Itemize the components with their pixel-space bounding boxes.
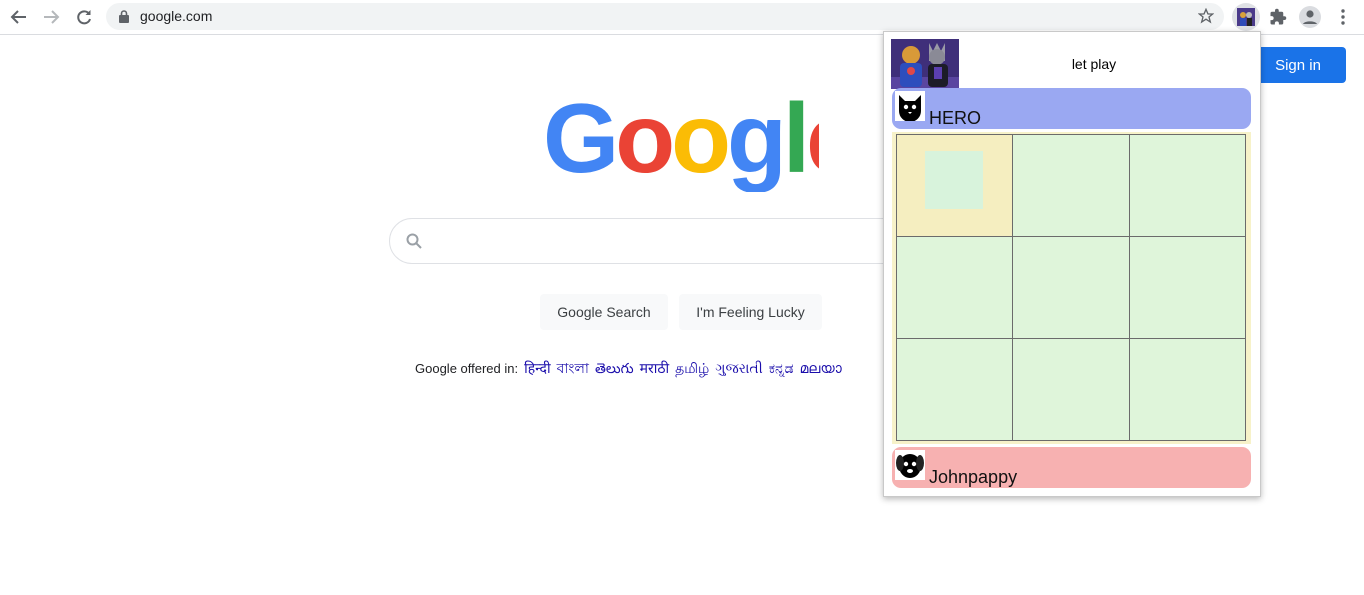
game-thumbnail-icon [1237, 8, 1255, 26]
cell-highlight [924, 150, 983, 209]
board-cell-2[interactable] [1012, 133, 1130, 237]
language-link[interactable]: മലയാ [800, 360, 842, 376]
reload-button[interactable] [71, 4, 97, 30]
game-extension-button[interactable] [1232, 3, 1260, 31]
svg-text:Google: Google [543, 94, 819, 192]
player-top-card: HERO [892, 88, 1251, 129]
arrow-right-icon [44, 10, 60, 24]
url-text: google.com [140, 8, 213, 24]
board-cell-8[interactable] [1012, 337, 1130, 441]
language-link[interactable]: मराठी [640, 360, 669, 376]
back-button[interactable] [6, 4, 32, 30]
game-board-area [892, 132, 1251, 444]
google-logo: Google [543, 83, 862, 193]
offered-label: Google offered in: [415, 361, 519, 376]
arrow-left-icon [10, 10, 26, 24]
player-bottom-card: Johnpappy [892, 447, 1251, 488]
forward-button[interactable] [38, 4, 64, 30]
profile-icon [1299, 6, 1321, 28]
language-link[interactable]: தமிழ் [675, 360, 709, 376]
language-offer: Google offered in: हिन्दी বাংলা తెలుగు मराठी… [415, 357, 842, 381]
browser-menu-button[interactable] [1329, 3, 1357, 31]
player-bottom-name: Johnpappy [929, 467, 1018, 487]
search-icon [406, 233, 422, 249]
board-cell-6[interactable] [1128, 235, 1247, 339]
board-cell-1[interactable] [895, 133, 1014, 237]
lock-icon [119, 10, 129, 23]
feeling-lucky-button[interactable]: I'm Feeling Lucky [679, 294, 822, 330]
cat-icon [895, 91, 925, 122]
language-link[interactable]: ગુજરાતી [715, 360, 762, 376]
puzzle-icon [1270, 8, 1287, 25]
browser-toolbar: google.com [0, 0, 1364, 35]
popup-title: let play [1071, 56, 1117, 72]
language-link[interactable]: हिन्दी [524, 360, 550, 376]
dog-icon [895, 450, 925, 480]
game-thumbnail [891, 39, 959, 89]
board-cell-4[interactable] [895, 235, 1014, 339]
board-cell-7[interactable] [895, 337, 1014, 441]
language-link[interactable]: বাংলা [557, 360, 589, 376]
board-cell-9[interactable] [1128, 337, 1247, 441]
address-bar[interactable]: google.com [106, 3, 1224, 30]
board-cell-5[interactable] [1012, 235, 1130, 339]
google-search-button[interactable]: Google Search [540, 294, 668, 330]
sign-in-button[interactable]: Sign in [1250, 47, 1346, 83]
profile-button[interactable] [1296, 3, 1324, 31]
reload-icon [77, 10, 91, 25]
language-link[interactable]: తెలుగు [595, 360, 634, 376]
player-top-name: HERO [929, 108, 982, 128]
language-link[interactable]: ಕನ್ನಡ [769, 360, 794, 376]
star-icon[interactable] [1198, 8, 1214, 24]
game-popup: let play HERO Johnpappy [883, 31, 1261, 497]
kebab-menu-icon [1341, 9, 1345, 25]
extensions-button[interactable] [1264, 3, 1292, 31]
board-cell-3[interactable] [1128, 133, 1247, 237]
tic-tac-toe-board [895, 133, 1247, 441]
